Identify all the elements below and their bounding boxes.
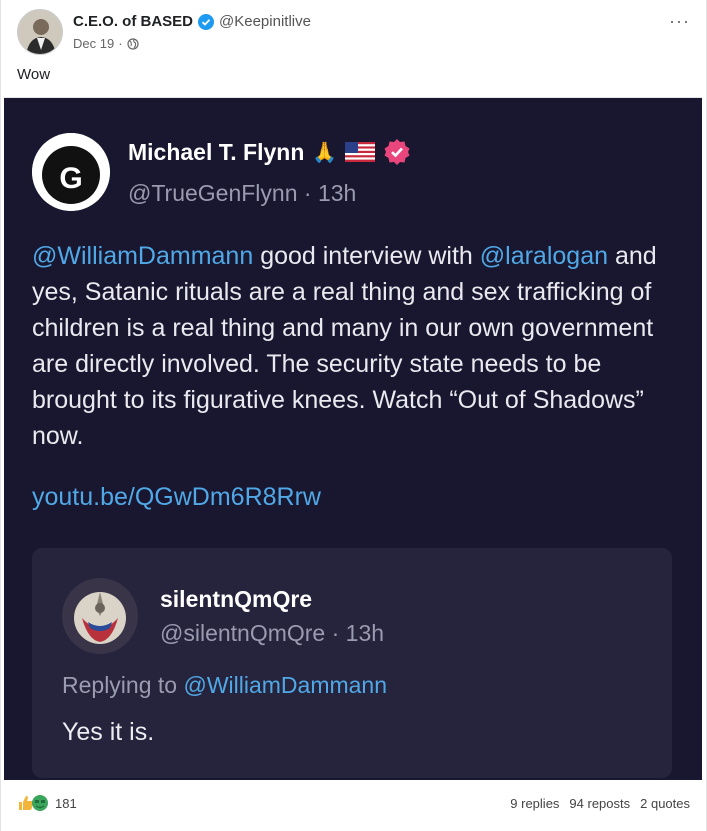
tweet-author-avatar: G	[32, 133, 110, 211]
reaction-icons	[17, 794, 49, 812]
meta-separator: ·	[118, 36, 123, 51]
globe-icon	[126, 37, 139, 50]
money-face-icon	[32, 795, 48, 811]
quoted-tweet-body: Yes it is.	[62, 718, 155, 746]
tweet-body: @WilliamDammann good interview with @lar…	[32, 238, 682, 454]
embedded-screenshot[interactable]: G Michael T. Flynn 🙏 @TrueGenFlynn · 13h…	[4, 97, 702, 780]
praying-hands-icon: 🙏	[312, 141, 338, 164]
mention-link: @WilliamDammann	[32, 242, 254, 270]
replying-to-prefix: Replying to	[62, 672, 184, 698]
post-text: Wow	[17, 66, 51, 83]
quoted-author-handle: @silentnQmQre · 13h	[160, 620, 385, 646]
post-date[interactable]: Dec 19	[73, 36, 114, 51]
tweet-url-link: youtu.be/QGwDm6R8Rrw	[32, 483, 321, 511]
tweet-author-name: Michael T. Flynn	[128, 138, 305, 165]
author-line: C.E.O. of BASED @Keepinitlive	[73, 13, 311, 30]
reposts-link[interactable]: 94 reposts	[569, 796, 630, 811]
tweet-body-text: good interview with	[253, 242, 480, 270]
reaction-count: 181	[55, 795, 77, 811]
tweet-body-text: and yes, Satanic rituals are a real thin…	[32, 242, 657, 450]
tweet-author-handle: @TrueGenFlynn · 13h	[128, 180, 357, 206]
post-meta: Dec 19 ·	[73, 36, 139, 51]
tweet-author-line: Michael T. Flynn 🙏	[128, 138, 411, 166]
reactions-summary[interactable]: 181	[17, 794, 77, 812]
quoted-author-avatar	[62, 578, 138, 654]
post-header: C.E.O. of BASED @Keepinitlive Dec 19 · ·…	[17, 9, 690, 55]
post-stats: 9 replies 94 reposts 2 quotes	[510, 796, 690, 811]
author-avatar[interactable]	[17, 9, 63, 55]
quotes-link[interactable]: 2 quotes	[640, 796, 690, 811]
author-handle[interactable]: @Keepinitlive	[219, 13, 311, 30]
quoted-tweet: silentnQmQre @silentnQmQre · 13h Replyin…	[32, 548, 672, 778]
verified-icon	[198, 13, 215, 30]
reply-mention: @WilliamDammann	[183, 672, 388, 698]
more-options-button[interactable]: ···	[669, 11, 690, 32]
replies-link[interactable]: 9 replies	[510, 796, 559, 811]
author-display-name[interactable]: C.E.O. of BASED	[73, 13, 193, 30]
mention-link: @laralogan	[479, 242, 609, 270]
verified-badge-icon	[384, 139, 410, 165]
svg-text:G: G	[59, 162, 82, 195]
us-flag-icon	[345, 142, 376, 162]
post-footer: 181 9 replies 94 reposts 2 quotes	[17, 792, 690, 818]
post-card: C.E.O. of BASED @Keepinitlive Dec 19 · ·…	[0, 0, 707, 831]
quoted-author-name: silentnQmQre	[160, 586, 313, 612]
replying-to-line: Replying to @WilliamDammann	[62, 672, 387, 699]
